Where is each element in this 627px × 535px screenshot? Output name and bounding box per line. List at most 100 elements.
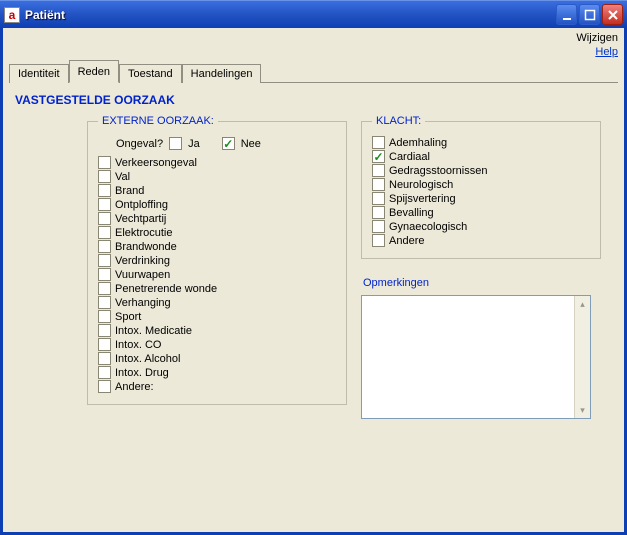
complaint-item-checkbox[interactable]: [372, 136, 385, 149]
accident-yes-label: Ja: [188, 138, 200, 150]
external-cause-item-checkbox[interactable]: [98, 156, 111, 169]
complaint-item-row: Cardiaal: [372, 150, 590, 163]
complaint-items: Ademhaling Cardiaal Gedragsstoornissen Neur…: [372, 136, 590, 247]
tab-reden[interactable]: Reden: [69, 60, 119, 83]
external-cause-item-row: Elektrocutie: [98, 226, 336, 239]
complaint-item-row: Ademhaling: [372, 136, 590, 149]
external-cause-items: Verkeersongeval Val Brand Ontploffing Vechtp…: [98, 156, 336, 393]
external-cause-item-label: Verhanging: [115, 297, 171, 309]
external-cause-item-checkbox[interactable]: [98, 226, 111, 239]
complaint-group: KLACHT: Ademhaling Cardiaal Gedragsstoorni…: [361, 115, 601, 259]
complaint-item-label: Gynaecologisch: [389, 221, 467, 233]
external-cause-item-label: Penetrerende wonde: [115, 283, 217, 295]
external-cause-item-checkbox[interactable]: [98, 268, 111, 281]
tab-strip: IdentiteitRedenToestandHandelingen: [9, 59, 618, 83]
external-cause-item-checkbox[interactable]: [98, 352, 111, 365]
minimize-button[interactable]: [556, 4, 577, 25]
external-cause-group: EXTERNE OORZAAK: Ongeval? Ja Nee Verkeer…: [87, 115, 347, 405]
complaint-item-label: Andere: [389, 235, 424, 247]
external-cause-item-label: Val: [115, 171, 130, 183]
window-title: Patiënt: [25, 8, 554, 22]
complaint-item-label: Bevalling: [389, 207, 434, 219]
remarks-label: Opmerkingen: [363, 277, 601, 289]
external-cause-item-row: Verhanging: [98, 296, 336, 309]
external-cause-item-checkbox[interactable]: [98, 212, 111, 225]
external-cause-item-checkbox[interactable]: [98, 170, 111, 183]
scroll-up-icon[interactable]: ▴: [575, 296, 590, 312]
external-cause-item-row: Penetrerende wonde: [98, 282, 336, 295]
external-cause-item-row: Intox. Drug: [98, 366, 336, 379]
external-cause-item-label: Intox. Alcohol: [115, 353, 180, 365]
accident-yes-checkbox[interactable]: [169, 137, 182, 150]
external-cause-item-checkbox[interactable]: [98, 240, 111, 253]
maximize-button[interactable]: [579, 4, 600, 25]
external-cause-item-label: Intox. Drug: [115, 367, 169, 379]
external-cause-item-row: Verkeersongeval: [98, 156, 336, 169]
external-cause-item-checkbox[interactable]: [98, 198, 111, 211]
external-cause-item-checkbox[interactable]: [98, 254, 111, 267]
complaint-item-row: Neurologisch: [372, 178, 590, 191]
external-cause-item-row: Intox. CO: [98, 338, 336, 351]
top-links: Wijzigen Help: [9, 31, 618, 59]
external-cause-item-checkbox[interactable]: [98, 310, 111, 323]
external-cause-item-row: Vuurwapen: [98, 268, 336, 281]
external-cause-item-label: Intox. Medicatie: [115, 325, 192, 337]
external-cause-item-row: Vechtpartij: [98, 212, 336, 225]
complaint-item-row: Andere: [372, 234, 590, 247]
external-cause-item-row: Intox. Medicatie: [98, 324, 336, 337]
complaint-item-checkbox[interactable]: [372, 234, 385, 247]
external-cause-item-row: Sport: [98, 310, 336, 323]
complaint-item-label: Cardiaal: [389, 151, 430, 163]
complaint-item-label: Ademhaling: [389, 137, 447, 149]
complaint-legend: KLACHT:: [372, 115, 425, 127]
external-cause-item-checkbox[interactable]: [98, 184, 111, 197]
external-cause-item-label: Verdrinking: [115, 255, 170, 267]
app-icon: a: [4, 7, 20, 23]
complaint-item-checkbox[interactable]: [372, 206, 385, 219]
window-body: Wijzigen Help IdentiteitRedenToestandHan…: [0, 28, 627, 535]
external-cause-item-checkbox[interactable]: [98, 338, 111, 351]
complaint-item-label: Neurologisch: [389, 179, 453, 191]
external-cause-item-label: Ontploffing: [115, 199, 168, 211]
external-cause-legend: EXTERNE OORZAAK:: [98, 115, 218, 127]
external-cause-item-label: Verkeersongeval: [115, 157, 197, 169]
tab-identiteit[interactable]: Identiteit: [9, 64, 69, 83]
accident-row: Ongeval? Ja Nee: [116, 137, 336, 150]
external-cause-item-row: Brandwonde: [98, 240, 336, 253]
scroll-down-icon[interactable]: ▾: [575, 402, 590, 418]
help-link[interactable]: Help: [9, 45, 618, 59]
complaint-item-checkbox[interactable]: [372, 220, 385, 233]
external-cause-item-row: Andere:: [98, 380, 336, 393]
external-cause-item-checkbox[interactable]: [98, 282, 111, 295]
external-cause-item-label: Sport: [115, 311, 141, 323]
external-cause-item-row: Brand: [98, 184, 336, 197]
complaint-item-label: Gedragsstoornissen: [389, 165, 487, 177]
accident-no-checkbox[interactable]: [222, 137, 235, 150]
external-cause-item-label: Vechtpartij: [115, 213, 166, 225]
complaint-item-checkbox[interactable]: [372, 150, 385, 163]
remarks-scrollbar[interactable]: ▴ ▾: [574, 296, 590, 418]
external-cause-item-label: Brandwonde: [115, 241, 177, 253]
complaint-item-checkbox[interactable]: [372, 192, 385, 205]
external-cause-item-label: Vuurwapen: [115, 269, 170, 281]
external-cause-item-label: Brand: [115, 185, 144, 197]
complaint-item-label: Spijsvertering: [389, 193, 456, 205]
complaint-item-checkbox[interactable]: [372, 164, 385, 177]
complaint-item-row: Gynaecologisch: [372, 220, 590, 233]
page-heading: VASTGESTELDE OORZAAK: [15, 93, 618, 107]
external-cause-item-checkbox[interactable]: [98, 380, 111, 393]
external-cause-item-checkbox[interactable]: [98, 366, 111, 379]
external-cause-item-checkbox[interactable]: [98, 296, 111, 309]
external-cause-item-checkbox[interactable]: [98, 324, 111, 337]
tab-toestand[interactable]: Toestand: [119, 64, 182, 83]
titlebar: a Patiënt: [0, 0, 627, 28]
complaint-item-row: Spijsvertering: [372, 192, 590, 205]
external-cause-item-row: Verdrinking: [98, 254, 336, 267]
complaint-column: KLACHT: Ademhaling Cardiaal Gedragsstoorni…: [361, 115, 601, 419]
complaint-item-checkbox[interactable]: [372, 178, 385, 191]
close-button[interactable]: [602, 4, 623, 25]
tab-handelingen[interactable]: Handelingen: [182, 64, 262, 83]
external-cause-item-row: Intox. Alcohol: [98, 352, 336, 365]
accident-label: Ongeval?: [116, 138, 163, 150]
remarks-textarea[interactable]: ▴ ▾: [361, 295, 591, 419]
